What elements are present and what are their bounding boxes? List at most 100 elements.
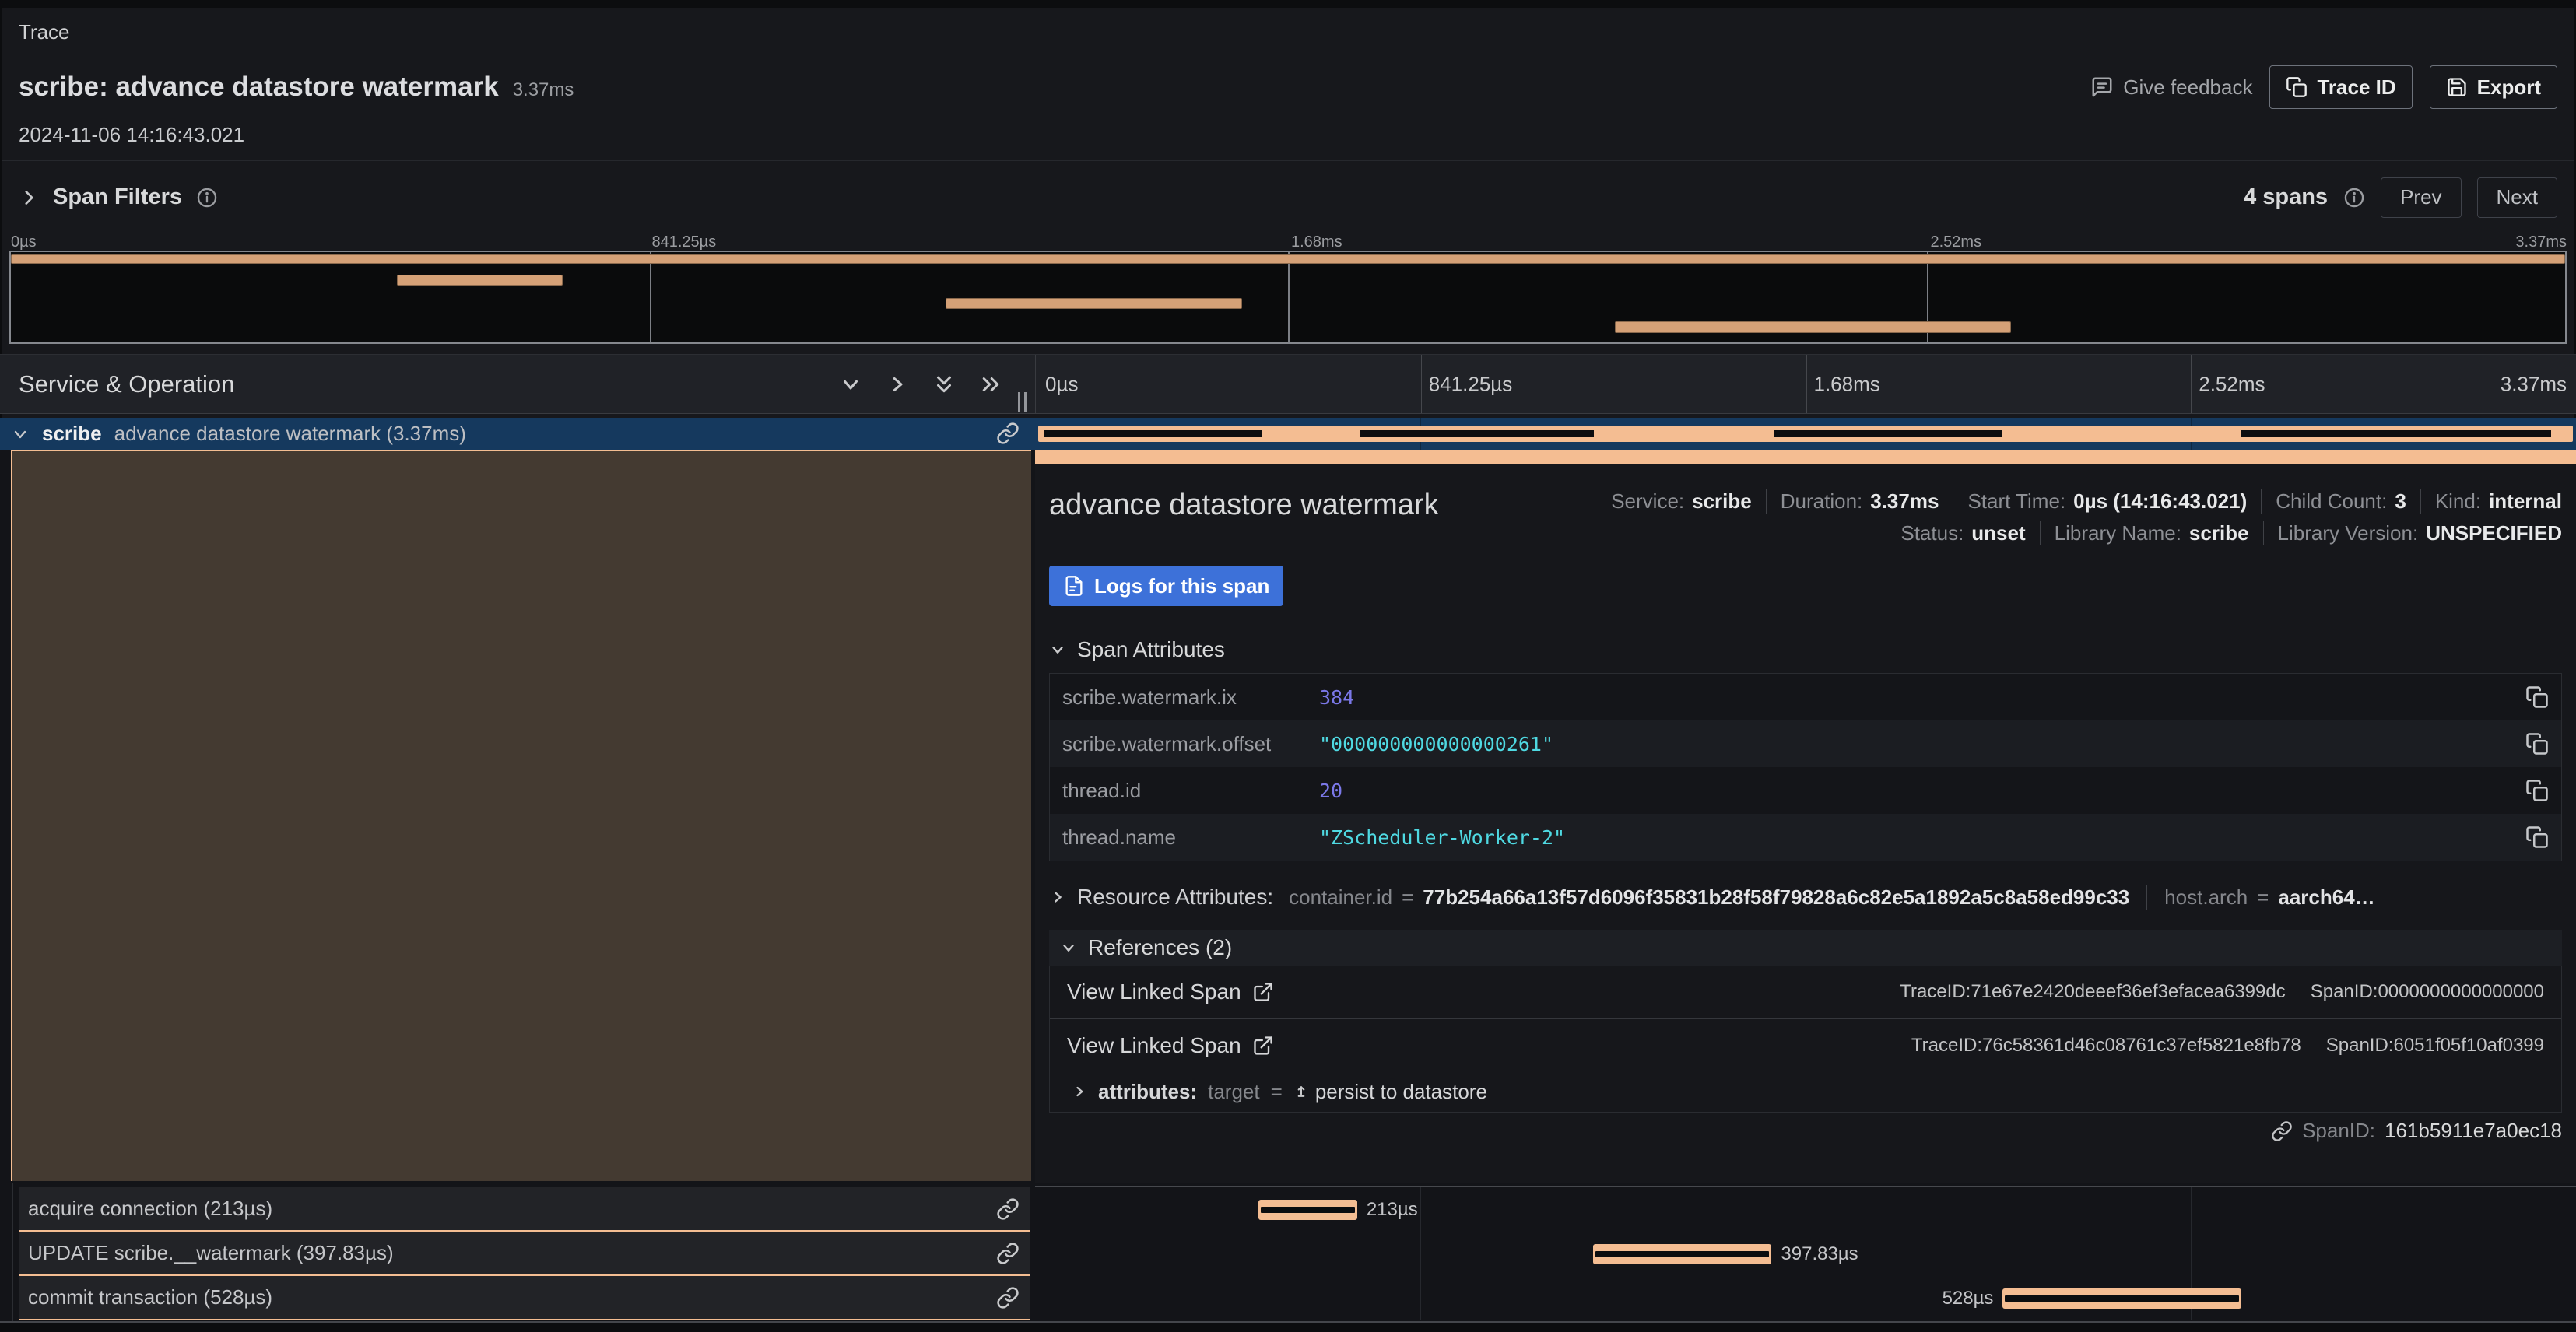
meta-value: internal	[2489, 489, 2562, 514]
ruler-tick: 2.52ms	[2199, 372, 2265, 396]
minimap-span-bar	[11, 254, 2565, 264]
ruler-tick: 0µs	[1045, 372, 1078, 396]
expand-one-icon[interactable]	[886, 373, 909, 396]
next-span-button[interactable]: Next	[2477, 177, 2557, 218]
chevron-right-icon	[1049, 889, 1066, 906]
link-icon[interactable]	[996, 1242, 1020, 1265]
child-span-bar[interactable]: 528µs	[2002, 1288, 2241, 1309]
child-span-rows: acquire connection (213µs) 213µs	[0, 1183, 2576, 1321]
span-color-strip	[1035, 450, 2576, 464]
child-span-name-cell[interactable]: UPDATE scribe.__watermark (397.83µs)	[19, 1232, 1030, 1276]
copy-icon[interactable]	[2525, 732, 2549, 755]
references-toggle[interactable]: References (2)	[1049, 930, 2562, 966]
meta-item: Service: scribe	[1611, 489, 1752, 514]
critical-path-segment	[2005, 1295, 2239, 1302]
span-detail-row: advance datastore watermark Service: scr…	[0, 450, 2576, 1183]
root-span-name-cell[interactable]: scribe advance datastore watermark (3.37…	[0, 418, 1035, 450]
attributes-label: attributes:	[1098, 1080, 1197, 1104]
resource-attribute: container.id = 77b254a66a13f57d6096f3583…	[1289, 885, 2129, 910]
chevron-right-icon[interactable]	[1072, 1084, 1087, 1099]
expand-all-icon[interactable]	[979, 373, 1002, 396]
prev-span-button[interactable]: Prev	[2381, 177, 2461, 218]
root-span-operation: advance datastore watermark (3.37ms)	[114, 422, 466, 446]
span-detail-body: advance datastore watermark Service: scr…	[1035, 464, 2576, 1143]
timeline-ruler: 0µs 841.25µs 1.68ms 2.52ms 3.37ms	[1035, 355, 2576, 413]
child-span-name-cell[interactable]: acquire connection (213µs)	[19, 1187, 1030, 1232]
span-filters-label: Span Filters	[53, 184, 182, 210]
meta-item: Status: unset	[1900, 521, 2025, 545]
meta-label: Service:	[1611, 489, 1684, 514]
span-detail-title: advance datastore watermark	[1049, 483, 1442, 545]
logs-for-span-button[interactable]: Logs for this span	[1049, 566, 1283, 606]
minimap-tick-labels: 0µs 841.25µs 1.68ms 2.52ms 3.37ms	[9, 233, 2567, 251]
link-icon[interactable]	[996, 1197, 1020, 1221]
give-feedback-link[interactable]: Give feedback	[2090, 75, 2252, 100]
external-link-icon	[1252, 1035, 1274, 1057]
service-operation-header: Service & Operation	[19, 355, 234, 413]
copy-icon[interactable]	[2525, 685, 2549, 709]
meta-value: UNSPECIFIED	[2426, 521, 2562, 545]
save-icon	[2446, 76, 2468, 98]
minimap-viewport[interactable]	[9, 251, 2567, 344]
resource-attribute: host.arch = aarch64…	[2146, 885, 2374, 910]
meta-item: Duration: 3.37ms	[1766, 489, 1939, 514]
child-span-timeline-cell: 528µs	[1035, 1276, 2576, 1320]
timeline-gridline	[1420, 1187, 1421, 1232]
meta-value: 3.37ms	[1870, 489, 1939, 514]
meta-label: Kind:	[2435, 489, 2481, 514]
ruler-gridline	[1806, 355, 1807, 413]
root-span-bar[interactable]	[1038, 426, 2573, 442]
attribute-value: "000000000000000261"	[1319, 733, 2525, 755]
collapse-one-icon[interactable]	[839, 373, 862, 396]
meta-value: 3	[2395, 489, 2406, 514]
column-resize-handle[interactable]	[1018, 392, 1027, 412]
view-linked-span-link[interactable]: View Linked Span	[1067, 1033, 1274, 1058]
root-span-timeline-cell	[1035, 418, 2576, 450]
timeline-gridline	[1420, 1232, 1421, 1276]
view-linked-span-label: View Linked Span	[1067, 980, 1241, 1004]
trace-id-button[interactable]: Trace ID	[2269, 65, 2412, 109]
equals-sign: =	[2257, 885, 2269, 910]
export-button[interactable]: Export	[2430, 65, 2557, 109]
span-filters-bar: Span Filters 4 spans Prev Next	[2, 160, 2574, 233]
span-attributes-toggle[interactable]: Span Attributes	[1049, 637, 2562, 662]
chevron-down-icon[interactable]	[11, 425, 30, 443]
copy-icon[interactable]	[2525, 779, 2549, 802]
resource-attributes-toggle[interactable]: Resource Attributes:	[1049, 885, 1273, 910]
attribute-key: scribe.watermark.offset	[1062, 732, 1319, 756]
trace-header: Trace scribe: advance datastore watermar…	[0, 8, 2576, 160]
child-span-name: acquire connection (213µs)	[28, 1197, 272, 1221]
span-detail-tint-panel	[11, 450, 1031, 1181]
external-link-icon	[1252, 981, 1274, 1003]
timeline-grid-header: Service & Operation 0µs 841.25µs 1.68ms …	[0, 354, 2576, 414]
resource-attributes-row: Resource Attributes: container.id = 77b2…	[1049, 885, 2562, 910]
meta-label: Start Time:	[1967, 489, 2065, 514]
meta-item: Start Time: 0µs (14:16:43.021)	[1953, 489, 2247, 514]
child-span-name-cell[interactable]: commit transaction (528µs)	[19, 1276, 1030, 1320]
minimap-tick: 0µs	[11, 233, 37, 251]
minimap-tick: 2.52ms	[1931, 233, 1982, 251]
minimap-tick: 1.68ms	[1291, 233, 1342, 251]
link-icon[interactable]	[996, 1286, 1020, 1309]
meta-label: Library Name:	[2055, 521, 2181, 545]
child-span-row: UPDATE scribe.__watermark (397.83µs) 397…	[0, 1232, 2576, 1276]
child-span-bar[interactable]: 397.83µs	[1593, 1244, 1772, 1264]
minimap-tick: 841.25µs	[652, 233, 717, 251]
critical-path-segment	[1774, 430, 2002, 437]
meta-item: Kind: internal	[2420, 489, 2562, 514]
collapse-all-icon[interactable]	[932, 373, 956, 396]
child-span-bar[interactable]: 213µs	[1258, 1200, 1357, 1220]
link-icon[interactable]	[996, 422, 1020, 445]
root-span-row-selected: scribe advance datastore watermark (3.37…	[0, 418, 2576, 450]
attribute-key: scribe.watermark.ix	[1062, 685, 1319, 710]
view-linked-span-link[interactable]: View Linked Span	[1067, 980, 1274, 1004]
span-id-footer: SpanID: 161b5911e7a0ec18	[1049, 1119, 2562, 1143]
copy-icon[interactable]	[2525, 825, 2549, 849]
resource-attribute-value: aarch64…	[2278, 885, 2374, 910]
resource-attribute-value: 77b254a66a13f57d6096f35831b28f58f79828a6…	[1423, 885, 2129, 910]
child-span-duration-label: 213µs	[1367, 1199, 1418, 1221]
meta-label: Child Count:	[2276, 489, 2387, 514]
attribute-value: 20	[1319, 780, 2525, 802]
attribute-value: persist to datastore	[1315, 1080, 1487, 1104]
span-filters-toggle[interactable]: Span Filters	[19, 184, 218, 210]
